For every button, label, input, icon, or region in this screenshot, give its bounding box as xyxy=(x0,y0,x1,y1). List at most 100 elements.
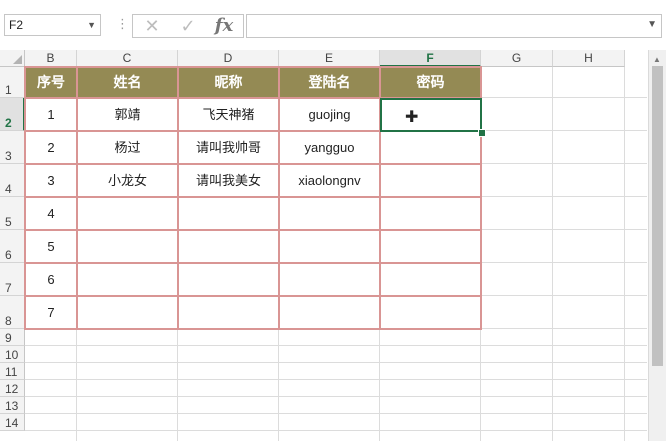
table-cell-b6[interactable]: 5 xyxy=(25,230,77,263)
row-header-4[interactable]: 4 xyxy=(0,164,25,197)
vertical-scrollbar[interactable]: ▲ xyxy=(648,50,666,441)
column-header-d[interactable]: D xyxy=(178,50,279,67)
active-cell-selection[interactable] xyxy=(380,98,482,132)
table-cell-c6[interactable] xyxy=(77,230,178,263)
table-cell-c8[interactable] xyxy=(77,296,178,329)
column-header-e[interactable]: E xyxy=(279,50,380,67)
column-header-g[interactable]: G xyxy=(481,50,553,67)
table-cell-e5[interactable] xyxy=(279,197,380,230)
table-cell-b7[interactable]: 6 xyxy=(25,263,77,296)
table-border-horizontal xyxy=(24,66,482,68)
row-header-1[interactable]: 1 xyxy=(0,67,25,98)
row-number: 8 xyxy=(5,314,12,328)
gridline-horizontal xyxy=(25,396,647,397)
name-box-value: F2 xyxy=(9,18,24,32)
table-cell-e4[interactable]: xiaolongnv xyxy=(279,164,380,197)
table-cell-e8[interactable] xyxy=(279,296,380,329)
header-cell-b[interactable]: 序号 xyxy=(25,67,77,98)
grip-icon: ⋮ xyxy=(116,16,129,31)
table-cell-f3[interactable] xyxy=(380,131,481,164)
table-cell-c7[interactable] xyxy=(77,263,178,296)
table-cell-b4[interactable]: 3 xyxy=(25,164,77,197)
gridline-horizontal xyxy=(25,430,647,431)
formula-input[interactable]: ▼ xyxy=(246,14,662,38)
row-number: 7 xyxy=(5,281,12,295)
table-border-horizontal xyxy=(24,163,482,165)
column-header-b[interactable]: B xyxy=(25,50,77,67)
row-header-9[interactable]: 9 xyxy=(0,329,25,346)
header-cell-c[interactable]: 姓名 xyxy=(77,67,178,98)
gridline-horizontal xyxy=(25,362,647,363)
row-number: 13 xyxy=(5,399,19,413)
row-header-5[interactable]: 5 xyxy=(0,197,25,230)
table-cell-f6[interactable] xyxy=(380,230,481,263)
row-header-7[interactable]: 7 xyxy=(0,263,25,296)
column-header-f[interactable]: F xyxy=(380,50,481,67)
formula-bar: F2 ▼ ⋮ ✕ ✓ fx ▼ xyxy=(0,0,671,44)
row-number: 4 xyxy=(5,182,12,196)
column-header-h[interactable]: H xyxy=(553,50,625,67)
table-cell-d2[interactable]: 飞天神猪 xyxy=(178,98,279,131)
table-cell-d4[interactable]: 请叫我美女 xyxy=(178,164,279,197)
table-cell-c4[interactable]: 小龙女 xyxy=(77,164,178,197)
column-header-c[interactable]: C xyxy=(77,50,178,67)
table-border-vertical xyxy=(278,67,280,330)
gridline-vertical xyxy=(624,67,625,441)
table-border-horizontal xyxy=(24,262,482,264)
enter-icon[interactable]: ✓ xyxy=(173,15,203,37)
gridline-horizontal xyxy=(25,345,647,346)
table-cell-b5[interactable]: 4 xyxy=(25,197,77,230)
table-cell-e3[interactable]: yangguo xyxy=(279,131,380,164)
name-box[interactable]: F2 ▼ xyxy=(4,14,101,36)
table-cell-e7[interactable] xyxy=(279,263,380,296)
table-cell-d7[interactable] xyxy=(178,263,279,296)
worksheet: B C D E F G H 1 2 3 4 5 6 7 8 9 10 11 12 13 14 序号 姓名 昵称 登陆名 密码 1 郭靖… xyxy=(0,50,647,441)
table-cell-e2[interactable]: guojing xyxy=(279,98,380,131)
header-cell-d[interactable]: 昵称 xyxy=(178,67,279,98)
scroll-thumb[interactable] xyxy=(652,66,663,366)
formula-buttons: ✕ ✓ fx xyxy=(132,14,244,38)
table-cell-b2[interactable]: 1 xyxy=(25,98,77,131)
table-border-vertical xyxy=(76,67,78,330)
row-header-3[interactable]: 3 xyxy=(0,131,25,164)
table-cell-b8[interactable]: 7 xyxy=(25,296,77,329)
table-cell-f7[interactable] xyxy=(380,263,481,296)
table-cell-d8[interactable] xyxy=(178,296,279,329)
table-cell-d6[interactable] xyxy=(178,230,279,263)
cell-select-cursor-icon: ✚ xyxy=(405,109,419,126)
fill-handle[interactable] xyxy=(478,129,486,137)
insert-function-button[interactable]: fx xyxy=(209,15,239,37)
row-header-12[interactable]: 12 xyxy=(0,380,25,397)
expand-formula-icon[interactable]: ▼ xyxy=(647,19,657,30)
header-cell-e[interactable]: 登陆名 xyxy=(279,67,380,98)
table-cell-f4[interactable] xyxy=(380,164,481,197)
row-header-10[interactable]: 10 xyxy=(0,346,25,363)
table-border-horizontal xyxy=(24,229,482,231)
scroll-up-icon[interactable]: ▲ xyxy=(653,55,661,64)
table-border-vertical xyxy=(24,67,26,330)
row-number: 10 xyxy=(5,348,19,362)
table-cell-c2[interactable]: 郭靖 xyxy=(77,98,178,131)
chevron-down-icon[interactable]: ▼ xyxy=(87,15,96,35)
table-cell-f5[interactable] xyxy=(380,197,481,230)
row-header-14[interactable]: 14 xyxy=(0,414,25,431)
row-header-2[interactable]: 2 xyxy=(0,98,25,131)
row-header-6[interactable]: 6 xyxy=(0,230,25,263)
table-cell-c3[interactable]: 杨过 xyxy=(77,131,178,164)
table-cell-d3[interactable]: 请叫我帅哥 xyxy=(178,131,279,164)
table-cell-c5[interactable] xyxy=(77,197,178,230)
table-cell-d5[interactable] xyxy=(178,197,279,230)
row-header-8[interactable]: 8 xyxy=(0,296,25,329)
row-header-13[interactable]: 13 xyxy=(0,397,25,414)
table-cell-e6[interactable] xyxy=(279,230,380,263)
row-number: 9 xyxy=(5,331,12,345)
table-cell-f8[interactable] xyxy=(380,296,481,329)
header-cell-f[interactable]: 密码 xyxy=(380,67,481,98)
gridline-horizontal xyxy=(25,413,647,414)
select-all-button[interactable] xyxy=(0,50,25,67)
cancel-icon[interactable]: ✕ xyxy=(137,15,167,37)
table-cell-b3[interactable]: 2 xyxy=(25,131,77,164)
gridline-horizontal xyxy=(25,379,647,380)
table-border-horizontal xyxy=(24,295,482,297)
row-header-11[interactable]: 11 xyxy=(0,363,25,380)
